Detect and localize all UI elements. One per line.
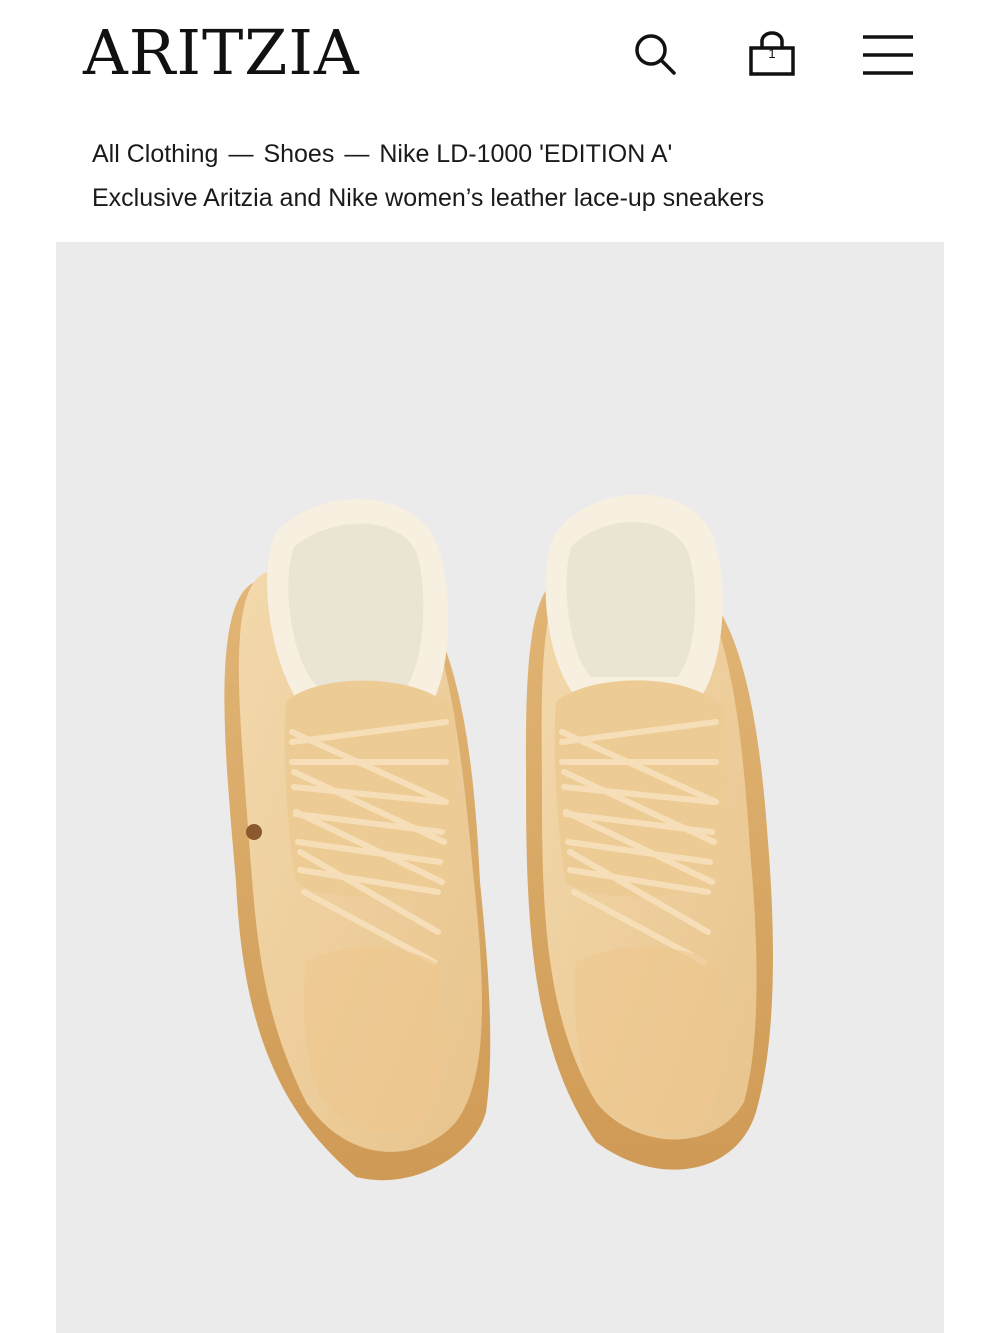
cart-button[interactable]: 1	[746, 28, 798, 80]
breadcrumb-shoes[interactable]: Shoes	[263, 140, 334, 169]
product-page: ARITZIA 1 All Clothing — Shoes — Nike LD…	[56, 0, 944, 1333]
brand-logo[interactable]: ARITZIA	[83, 20, 360, 86]
breadcrumb-all-clothing[interactable]: All Clothing	[92, 140, 218, 169]
left-shoe	[224, 499, 491, 1181]
cart-count-badge: 1	[768, 46, 776, 61]
product-image[interactable]	[56, 242, 944, 1333]
breadcrumb-separator: —	[228, 140, 254, 168]
right-shoe	[526, 494, 773, 1170]
site-header: ARITZIA 1	[56, 0, 944, 110]
breadcrumb-current-product: Nike LD-1000 'EDITION A'	[379, 140, 673, 168]
product-subtitle: Exclusive Aritzia and Nike women’s leath…	[92, 184, 765, 212]
breadcrumb-separator: —	[344, 140, 370, 168]
search-icon	[632, 31, 678, 77]
menu-button[interactable]	[862, 28, 914, 80]
sneakers-illustration	[224, 494, 773, 1181]
hamburger-menu-icon	[861, 31, 915, 77]
breadcrumb: All Clothing — Shoes — Nike LD-1000 'EDITION…	[92, 140, 672, 169]
search-button[interactable]	[629, 28, 681, 80]
